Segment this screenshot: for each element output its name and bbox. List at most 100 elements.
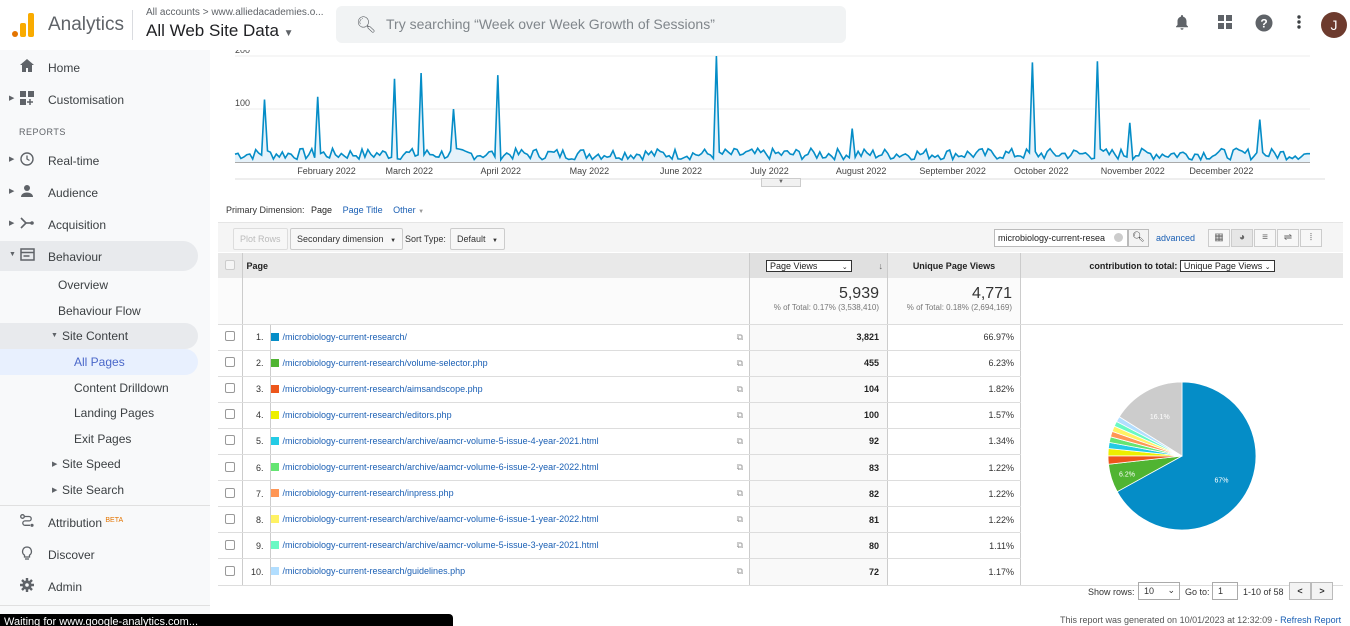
sort-desc-icon[interactable]: ↓ (879, 261, 884, 271)
sidebar-item-site-speed[interactable]: ▶ Site Speed (0, 451, 198, 477)
sidebar-item-content-drilldown[interactable]: Content Drilldown (0, 375, 198, 401)
open-external-icon[interactable]: ⧉ (737, 540, 743, 551)
open-external-icon[interactable]: ⧉ (737, 332, 743, 343)
open-external-icon[interactable]: ⧉ (737, 436, 743, 447)
sidebar-item-home[interactable]: Home (0, 52, 198, 82)
sidebar-item-exit-pages[interactable]: Exit Pages (0, 426, 198, 452)
page-views-value: 100 (749, 402, 888, 429)
page-link[interactable]: /microbiology-current-research/editors.p… (283, 410, 452, 420)
row-checkbox[interactable] (224, 435, 235, 446)
search-bar[interactable]: 🔍︎ Try searching “Week over Week Growth … (336, 6, 846, 43)
account-breadcrumb[interactable]: All accounts > www.alliedacademies.o... (146, 7, 324, 18)
table-filter-input[interactable]: microbiology-current-resea (994, 229, 1128, 247)
row-checkbox[interactable] (224, 487, 235, 498)
page-link[interactable]: /microbiology-current-research/archive/a… (283, 462, 599, 472)
page-link[interactable]: /microbiology-current-research/ (283, 332, 408, 342)
pie-view-icon[interactable]: ◕ (1231, 229, 1253, 247)
row-checkbox[interactable] (224, 383, 235, 394)
table-header-row: Page Page Views ⌄ ↓ Unique Page Views co… (218, 253, 1343, 278)
avatar[interactable]: J (1321, 12, 1347, 38)
sidebar-item-behaviour-flow[interactable]: Behaviour Flow (0, 298, 198, 324)
col-contribution: contribution to total: Unique Page Views… (1020, 253, 1343, 278)
open-external-icon[interactable]: ⧉ (737, 410, 743, 421)
totals-unique-cell: 4,771 % of Total: 0.18% (2,694,169) (887, 278, 1021, 325)
open-external-icon[interactable]: ⧉ (737, 384, 743, 395)
sidebar-item-label: Exit Pages (74, 432, 132, 446)
page-cell: /microbiology-current-research/archive/a… (270, 532, 750, 560)
sidebar-item-all-pages[interactable]: All Pages (0, 349, 198, 375)
page-link[interactable]: /microbiology-current-research/inpress.p… (283, 488, 454, 498)
bell-icon[interactable] (1174, 14, 1190, 36)
page-link[interactable]: /microbiology-current-research/volume-se… (283, 358, 488, 368)
row-checkbox[interactable] (224, 357, 235, 368)
sidebar-item-customisation[interactable]: ▶ Customisation (0, 84, 198, 114)
show-rows-value: 10 (1144, 586, 1155, 596)
apps-grid-icon[interactable] (1217, 14, 1233, 35)
open-external-icon[interactable]: ⧉ (737, 488, 743, 499)
open-external-icon[interactable]: ⧉ (737, 566, 743, 577)
col-unique-page-views[interactable]: Unique Page Views (887, 253, 1021, 278)
generated-text: This report was generated on 10/01/2023 … (1060, 615, 1281, 625)
row-checkbox[interactable] (224, 539, 235, 550)
row-checkbox[interactable] (224, 331, 235, 342)
secondary-dimension-dropdown[interactable]: Secondary dimension ▼ (290, 228, 404, 250)
chart-collapse-handle[interactable]: ▼ (761, 178, 801, 187)
page-link[interactable]: /microbiology-current-research/archive/a… (283, 436, 599, 446)
row-checkbox[interactable] (224, 513, 235, 524)
sidebar-item-site-content[interactable]: ▼ Site Content (0, 323, 198, 349)
open-external-icon[interactable]: ⧉ (737, 358, 743, 369)
prev-page-button[interactable]: < (1289, 582, 1311, 600)
goto-input[interactable]: 1 (1212, 582, 1238, 600)
dimension-page-title[interactable]: Page Title (343, 205, 383, 215)
help-icon[interactable]: ? (1255, 14, 1273, 37)
search-icon: 🔍︎ (1132, 232, 1145, 243)
page-cell: /microbiology-current-research/archive/a… (270, 506, 750, 534)
dimension-page[interactable]: Page (311, 205, 332, 215)
row-checkbox[interactable] (224, 565, 235, 576)
sidebar-item-behaviour[interactable]: ▼ Behaviour (0, 241, 198, 271)
metric-selector[interactable]: Page Views ⌄ (766, 259, 852, 272)
open-external-icon[interactable]: ⧉ (737, 462, 743, 473)
refresh-report-link[interactable]: Refresh Report (1280, 615, 1341, 625)
view-selector[interactable]: All Web Site Data ▼ (146, 21, 294, 41)
open-external-icon[interactable]: ⧉ (737, 514, 743, 525)
col-metric[interactable]: Page Views ⌄ ↓ (749, 253, 888, 278)
term-cloud-view-icon[interactable]: ⦙ (1300, 229, 1322, 247)
page-link[interactable]: /microbiology-current-research/archive/a… (283, 540, 599, 550)
sidebar-item-admin[interactable]: Admin (0, 571, 198, 601)
table-view-icon[interactable]: ▦ (1208, 229, 1230, 247)
page-link[interactable]: /microbiology-current-research/archive/a… (283, 514, 599, 524)
advanced-filter-link[interactable]: advanced (1156, 233, 1195, 243)
row-checkbox[interactable] (224, 461, 235, 472)
row-index: 6. (242, 454, 271, 482)
more-vert-icon[interactable] (1296, 14, 1302, 35)
plot-rows-button[interactable]: Plot Rows (233, 228, 288, 250)
sidebar-item-landing-pages[interactable]: Landing Pages (0, 400, 198, 426)
sidebar-item-overview[interactable]: Overview (0, 272, 198, 298)
sort-type-dropdown[interactable]: Default ▼ (450, 228, 505, 250)
row-checkbox-cell (218, 324, 243, 351)
comparison-view-icon[interactable]: ⇌ (1277, 229, 1299, 247)
sidebar-item-acquisition[interactable]: ▶ Acquisition (0, 209, 198, 239)
clear-filter-icon[interactable] (1114, 233, 1123, 242)
page-link[interactable]: /microbiology-current-research/guideline… (283, 566, 466, 576)
row-checkbox[interactable] (224, 409, 235, 420)
dimension-other[interactable]: Other ▼ (393, 205, 424, 215)
sidebar-item-realtime[interactable]: ▶ Real-time (0, 145, 198, 175)
performance-view-icon[interactable]: ≡ (1254, 229, 1276, 247)
x-tick-label: September 2022 (919, 166, 986, 176)
chevron-down-icon: ⌄ (1264, 263, 1271, 271)
show-rows-select[interactable]: 10 ⌄ (1138, 582, 1180, 600)
next-page-button[interactable]: > (1311, 582, 1333, 600)
sidebar-item-attribution[interactable]: Attribution BETA (0, 507, 198, 537)
analytics-logo-icon[interactable] (12, 13, 34, 37)
contribution-metric-selector[interactable]: Unique Page Views ⌄ (1179, 259, 1275, 272)
col-page[interactable]: Page (242, 253, 750, 278)
page-link[interactable]: /microbiology-current-research/aimsandsc… (283, 384, 483, 394)
sidebar-item-site-search[interactable]: ▶ Site Search (0, 477, 198, 503)
row-checkbox-cell (218, 376, 243, 403)
sidebar-item-audience[interactable]: ▶ Audience (0, 177, 198, 207)
sidebar-item-discover[interactable]: Discover (0, 539, 198, 569)
filter-search-button[interactable]: 🔍︎ (1128, 229, 1149, 247)
select-all-checkbox[interactable] (224, 259, 235, 270)
